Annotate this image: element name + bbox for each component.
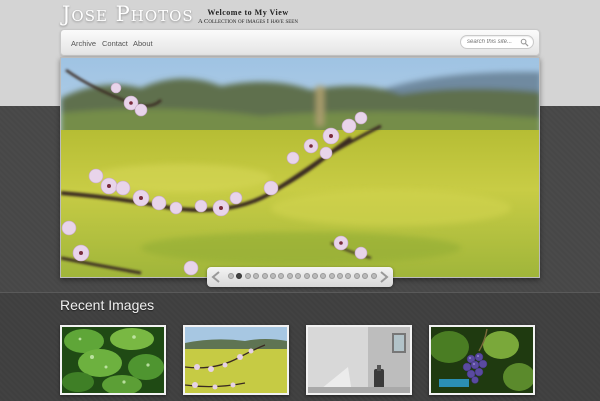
tagline-line-1: Welcome to My View (207, 8, 289, 17)
cherry-blossom-meadow-photo (61, 58, 539, 277)
slide-dot[interactable] (244, 273, 251, 279)
slide-dot[interactable] (261, 273, 268, 279)
slide-pagination-dots (228, 273, 379, 281)
slideshow-controls (207, 267, 393, 287)
main-navigation: Archive Contact About (60, 29, 540, 56)
site-logo[interactable]: Jose Photos (62, 2, 194, 26)
slide-dot[interactable] (286, 273, 293, 279)
nav-archive-link[interactable]: Archive (71, 39, 96, 48)
tagline-line-2: A Collection of images I have seen (198, 18, 298, 25)
search-box (460, 35, 534, 49)
nav-contact-link[interactable]: Contact (102, 39, 128, 48)
slide-dot[interactable] (253, 273, 260, 279)
room-interior-photo (308, 327, 410, 393)
slide-dot[interactable] (228, 273, 234, 279)
recent-image-thumbnail[interactable] (60, 325, 166, 395)
site-tagline: Welcome to My View A Collection of image… (196, 8, 300, 25)
slide-dot[interactable] (370, 273, 377, 279)
hero-slideshow-image[interactable] (60, 57, 540, 278)
slide-dot[interactable] (353, 273, 360, 279)
recent-image-thumbnail[interactable] (183, 325, 289, 395)
next-slide-icon[interactable] (378, 270, 390, 284)
recent-image-thumbnail[interactable] (306, 325, 412, 395)
slide-dot[interactable] (337, 273, 344, 279)
leaves-photo (62, 327, 164, 393)
search-input[interactable] (467, 37, 521, 47)
slide-dot[interactable] (345, 273, 352, 279)
slide-dot[interactable] (362, 273, 369, 279)
recent-images-heading: Recent Images (60, 297, 155, 313)
slide-dot[interactable] (269, 273, 276, 279)
slide-dot[interactable] (320, 273, 327, 279)
slide-dot[interactable] (278, 273, 285, 279)
nav-about-link[interactable]: About (133, 39, 153, 48)
slide-dot[interactable] (303, 273, 310, 279)
slide-dot[interactable] (295, 273, 302, 279)
previous-slide-icon[interactable] (210, 270, 222, 284)
recent-image-thumbnail[interactable] (429, 325, 535, 395)
slide-dot[interactable] (328, 273, 335, 279)
slide-dot[interactable] (236, 273, 243, 279)
search-icon[interactable] (520, 38, 529, 47)
meadow-blossom-photo (185, 327, 287, 393)
slide-dot[interactable] (311, 273, 318, 279)
grapes-photo (431, 327, 533, 393)
